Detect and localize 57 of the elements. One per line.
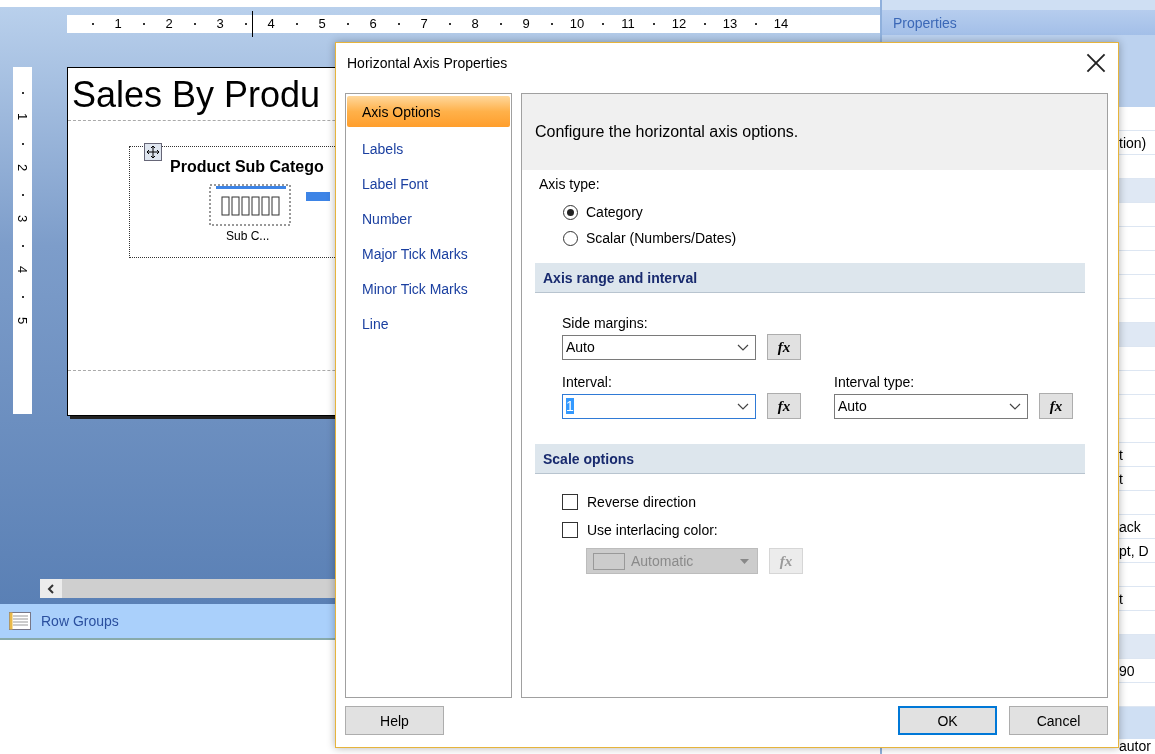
ruler-number: 9 bbox=[521, 16, 531, 31]
row-groups-label: Row Groups bbox=[41, 613, 119, 629]
expression-button[interactable]: fx bbox=[1039, 393, 1073, 419]
ruler-number: 13 bbox=[721, 16, 739, 31]
ruler-number: 8 bbox=[470, 16, 480, 31]
panel-header: Configure the horizontal axis options. bbox=[522, 94, 1107, 170]
ruler-number: 11 bbox=[620, 16, 636, 31]
ruler-number: 1 bbox=[15, 111, 30, 123]
property-description: autor bbox=[1119, 739, 1151, 754]
checkbox[interactable] bbox=[562, 494, 578, 510]
dialog-title: Horizontal Axis Properties bbox=[347, 55, 508, 71]
dropdown-arrow-icon bbox=[740, 558, 749, 564]
chart-title: Product Sub Catego bbox=[170, 158, 324, 176]
report-title: Sales By Produ bbox=[71, 73, 322, 117]
ruler-number: 4 bbox=[15, 264, 30, 276]
properties-title: Properties bbox=[882, 10, 1155, 35]
ruler-number: 5 bbox=[15, 315, 30, 327]
dropdown-field[interactable]: Auto bbox=[834, 393, 1028, 419]
ruler-number: 6 bbox=[368, 16, 378, 31]
radio-label[interactable]: Scalar (Numbers/Dates) bbox=[586, 230, 737, 246]
ruler-number: 4 bbox=[266, 16, 276, 31]
expression-button[interactable]: fx bbox=[767, 393, 801, 419]
ruler-number: 14 bbox=[772, 16, 790, 31]
nav-item[interactable]: Line bbox=[347, 306, 510, 341]
nav-item[interactable]: Axis Options bbox=[347, 96, 510, 127]
field-label: Side margins: bbox=[562, 315, 649, 331]
radio-button[interactable] bbox=[563, 204, 578, 220]
checkbox[interactable] bbox=[562, 522, 578, 538]
ruler-number: 12 bbox=[670, 16, 688, 31]
ruler-number: 7 bbox=[419, 16, 429, 31]
axis-type-label: Axis type: bbox=[538, 176, 601, 192]
list-icon bbox=[9, 612, 31, 630]
ruler-number: 1 bbox=[113, 16, 123, 31]
field-label: Interval: bbox=[562, 374, 613, 390]
move-handle-icon[interactable] bbox=[144, 143, 162, 161]
checkbox-label[interactable]: Reverse direction bbox=[587, 494, 696, 510]
ruler-number: 10 bbox=[568, 16, 586, 31]
axis-caption: Sub C... bbox=[226, 229, 270, 243]
radio-label[interactable]: Category bbox=[586, 204, 643, 220]
close-icon[interactable] bbox=[1086, 53, 1106, 73]
radio-button[interactable] bbox=[563, 230, 578, 246]
ruler-number: 3 bbox=[15, 213, 30, 225]
section-header: Scale options bbox=[535, 444, 1085, 474]
dialog-button[interactable]: OK bbox=[898, 706, 997, 735]
field-label: Interval type: bbox=[834, 374, 916, 390]
ruler-number: 3 bbox=[215, 16, 225, 31]
dialog-button[interactable]: Cancel bbox=[1009, 706, 1108, 735]
help-button[interactable]: Help bbox=[345, 706, 444, 735]
ruler-number: 2 bbox=[164, 16, 174, 31]
section-header: Axis range and interval bbox=[535, 263, 1085, 293]
nav-item[interactable]: Minor Tick Marks bbox=[347, 271, 510, 306]
expression-button[interactable]: fx bbox=[767, 334, 801, 360]
ruler-number: 2 bbox=[15, 162, 30, 174]
ruler-number: 5 bbox=[317, 16, 327, 31]
scroll-left-icon[interactable] bbox=[47, 583, 55, 594]
checkbox-label[interactable]: Use interlacing color: bbox=[587, 522, 718, 538]
dropdown-field[interactable]: Auto bbox=[562, 334, 756, 360]
